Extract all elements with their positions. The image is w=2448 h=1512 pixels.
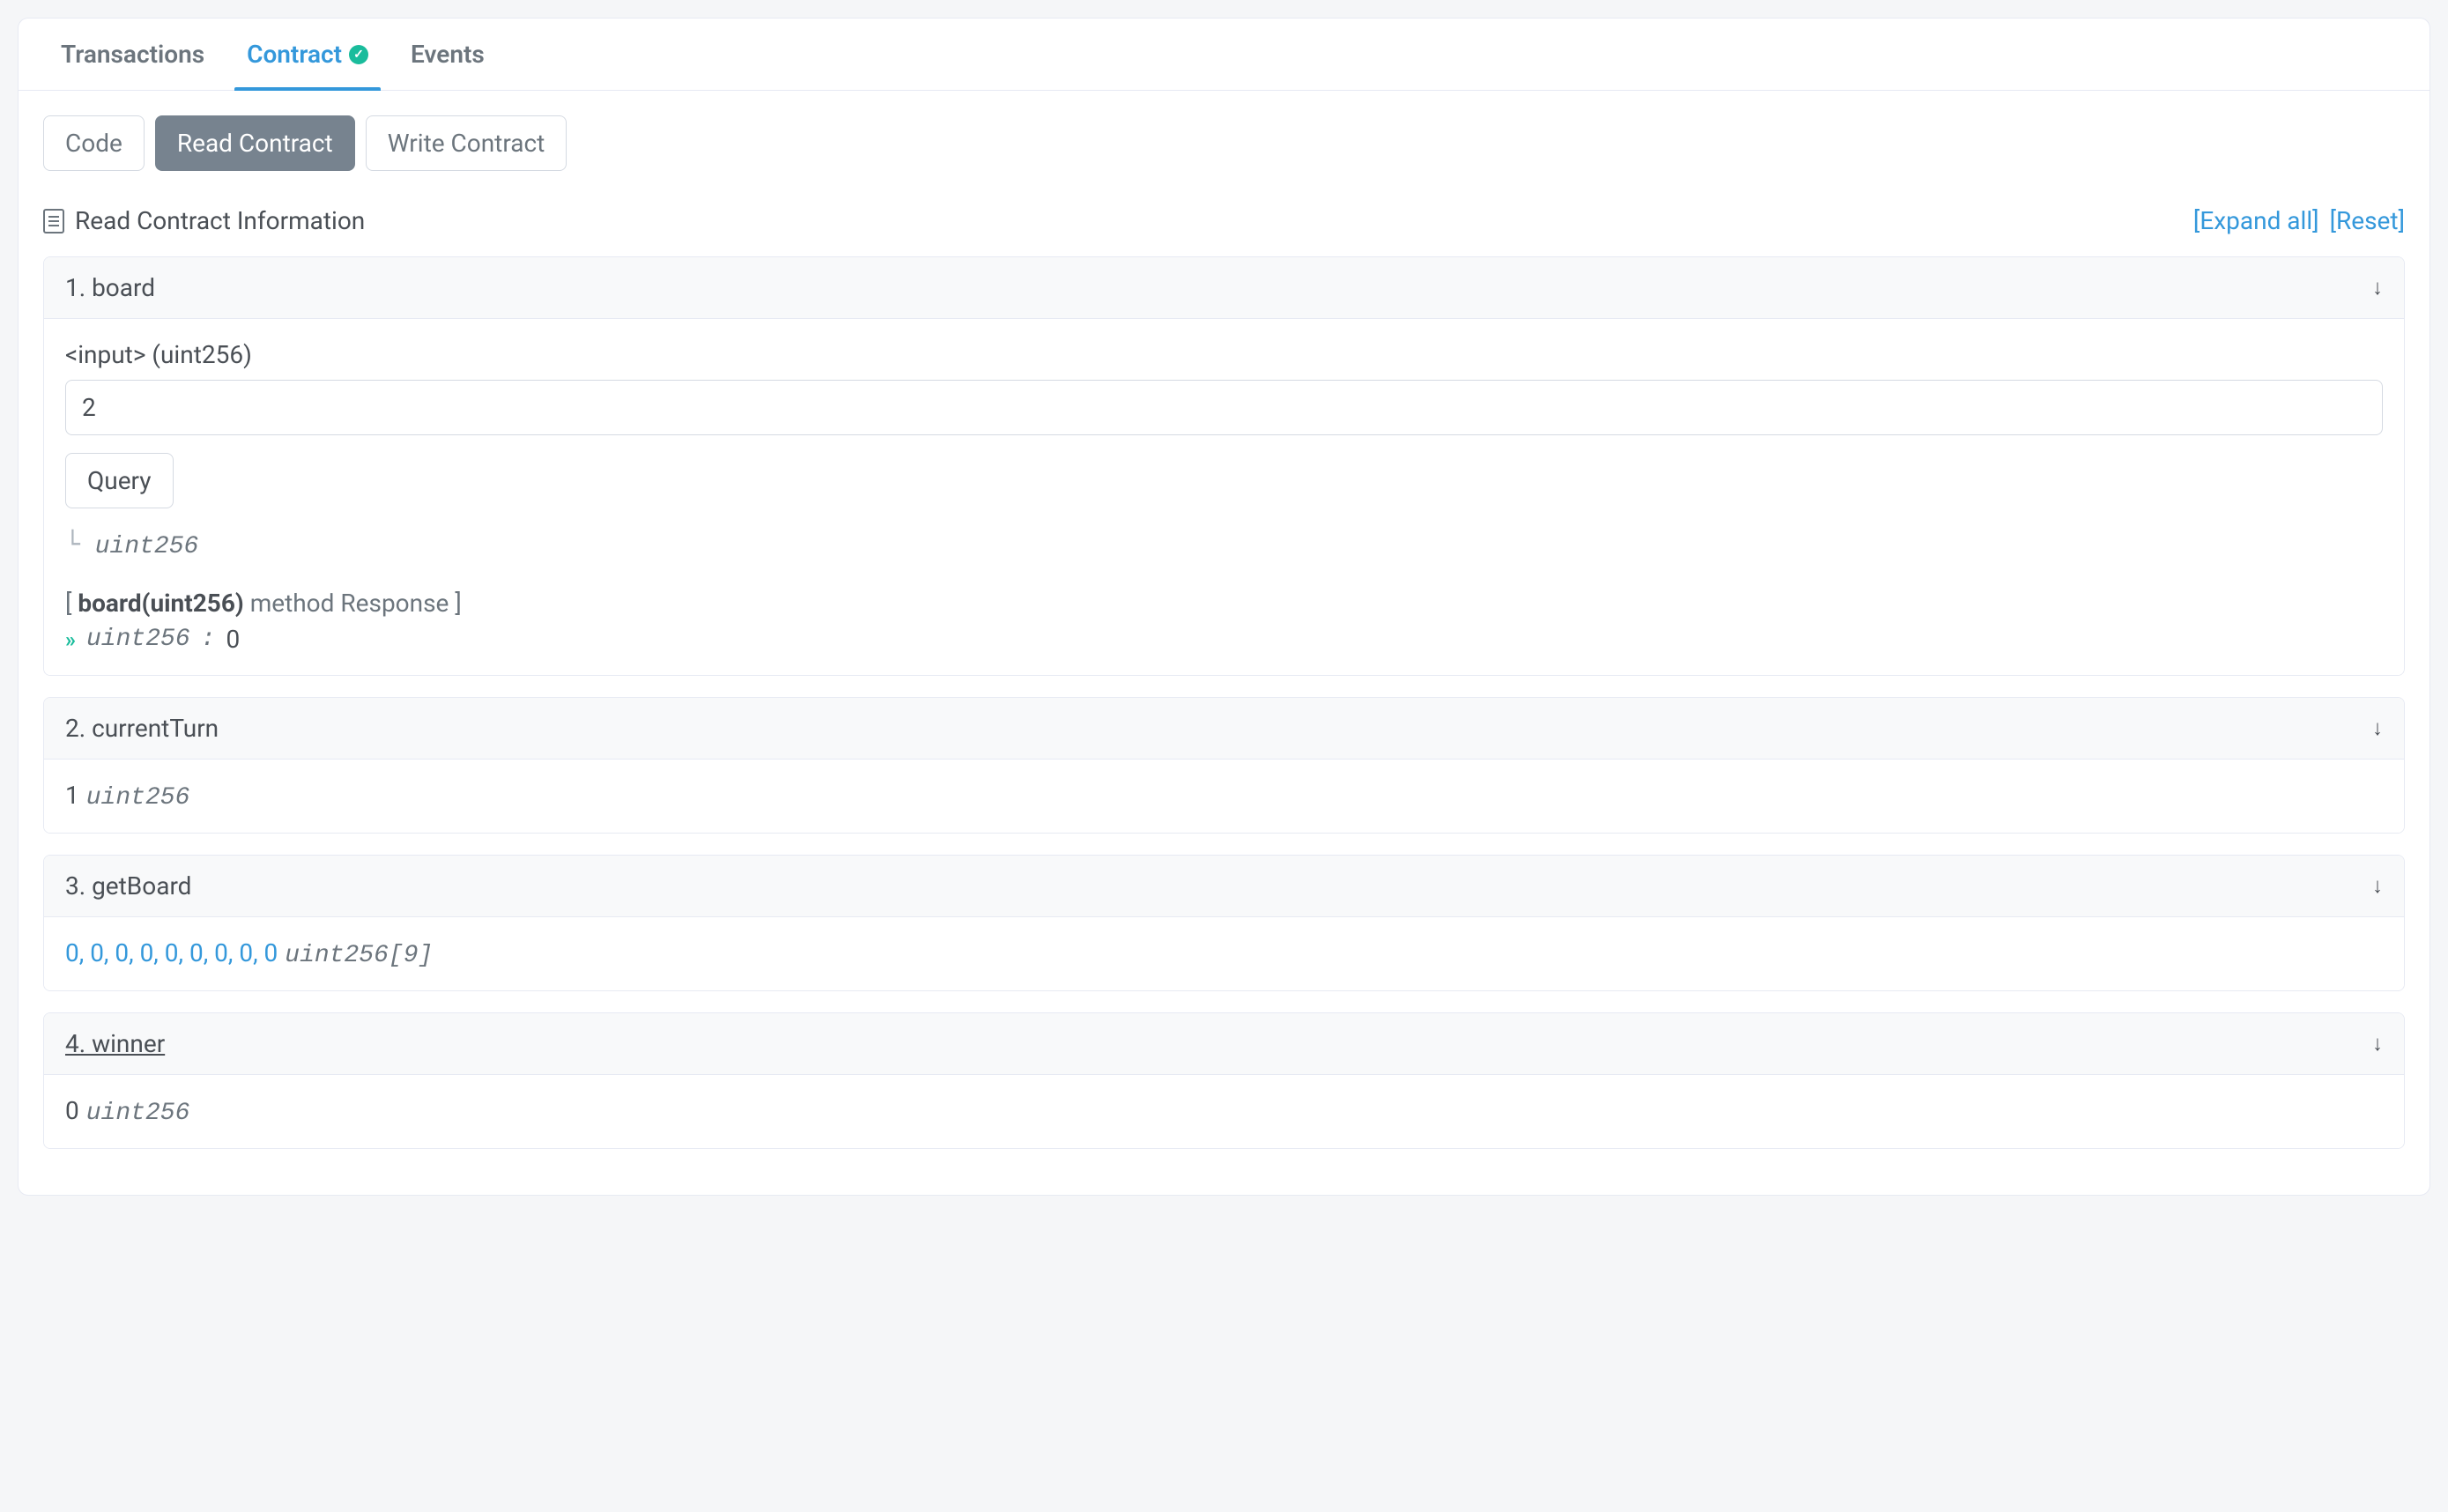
tab-label: Transactions — [61, 40, 204, 69]
section-links: [Expand all] [Reset] — [2193, 206, 2405, 235]
section-title-container: Read Contract Information — [43, 206, 365, 235]
response-colon: : — [201, 626, 216, 653]
result-value: 0 — [65, 1096, 79, 1125]
document-icon — [43, 209, 64, 233]
verified-icon: ✓ — [349, 45, 368, 64]
response-header: [ board(uint256) method Response ] — [65, 589, 2383, 618]
board-input[interactable] — [65, 380, 2383, 435]
main-tabs: Transactions Contract ✓ Events — [19, 19, 2429, 91]
arrow-down-icon: ↓ — [2372, 1031, 2383, 1056]
tab-label: Contract — [247, 40, 342, 69]
accordion-header-getboard[interactable]: 3. getBoard ↓ — [44, 856, 2404, 917]
accordion-board: 1. board ↓ <input> (uint256) Query └ uin… — [43, 256, 2405, 676]
arrow-down-icon: ↓ — [2372, 275, 2383, 300]
accordion-title: 3. getBoard — [65, 871, 191, 901]
result-row: 1 uint256 — [65, 781, 2383, 812]
accordion-header-winner[interactable]: 4. winner ↓ — [44, 1013, 2404, 1075]
tab-transactions[interactable]: Transactions — [40, 19, 226, 90]
write-contract-button[interactable]: Write Contract — [366, 115, 567, 171]
return-type-row: └ uint256 — [65, 530, 2383, 560]
accordion-body-winner: 0 uint256 — [44, 1075, 2404, 1148]
result-value: 1 — [65, 781, 79, 810]
accordion-currentturn: 2. currentTurn ↓ 1 uint256 — [43, 697, 2405, 834]
accordion-body-board: <input> (uint256) Query └ uint256 [ boar… — [44, 319, 2404, 675]
tab-events[interactable]: Events — [389, 19, 506, 90]
response-method: board(uint256) — [78, 589, 243, 618]
return-type: uint256 — [95, 533, 199, 560]
result-row: 0, 0, 0, 0, 0, 0, 0, 0, 0 uint256[9] — [65, 938, 2383, 969]
result-row: 0 uint256 — [65, 1096, 2383, 1127]
result-type: uint256 — [86, 784, 190, 812]
result-type: uint256 — [86, 1100, 190, 1127]
accordion-title: 1. board — [65, 273, 155, 302]
accordion-winner: 4. winner ↓ 0 uint256 — [43, 1012, 2405, 1149]
accordion-body-getboard: 0, 0, 0, 0, 0, 0, 0, 0, 0 uint256[9] — [44, 917, 2404, 990]
read-contract-button[interactable]: Read Contract — [155, 115, 355, 171]
accordion-body-currentturn: 1 uint256 — [44, 760, 2404, 833]
accordion-getboard: 3. getBoard ↓ 0, 0, 0, 0, 0, 0, 0, 0, 0 … — [43, 855, 2405, 991]
tree-icon: └ — [65, 530, 95, 559]
response-type: uint256 — [86, 626, 190, 653]
section-header: Read Contract Information [Expand all] [… — [43, 206, 2405, 235]
double-chevron-icon: » — [65, 627, 76, 652]
response-prefix: [ — [65, 589, 78, 618]
accordion-header-currentturn[interactable]: 2. currentTurn ↓ — [44, 698, 2404, 760]
response-suffix: method Response ] — [244, 589, 462, 618]
accordion-header-board[interactable]: 1. board ↓ — [44, 257, 2404, 319]
arrow-down-icon: ↓ — [2372, 715, 2383, 741]
expand-all-link[interactable]: [Expand all] — [2193, 206, 2319, 235]
tab-contract[interactable]: Contract ✓ — [226, 19, 389, 90]
tab-label: Events — [411, 40, 485, 69]
result-type: uint256[9] — [285, 942, 433, 969]
accordion-title: 2. currentTurn — [65, 714, 219, 743]
accordion-title: 4. winner — [65, 1029, 165, 1058]
response-line: » uint256 : 0 — [65, 625, 2383, 654]
result-value[interactable]: 0, 0, 0, 0, 0, 0, 0, 0, 0 — [65, 938, 278, 967]
section-title: Read Contract Information — [75, 206, 365, 235]
response-block: [ board(uint256) method Response ] » uin… — [65, 589, 2383, 654]
code-button[interactable]: Code — [43, 115, 145, 171]
contract-card: Transactions Contract ✓ Events Code Read… — [18, 18, 2430, 1196]
input-label: <input> (uint256) — [65, 340, 2383, 369]
sub-tab-row: Code Read Contract Write Contract — [43, 115, 2405, 171]
reset-link[interactable]: [Reset] — [2330, 206, 2405, 235]
tab-content: Code Read Contract Write Contract Read C… — [19, 91, 2429, 1195]
arrow-down-icon: ↓ — [2372, 873, 2383, 899]
query-button[interactable]: Query — [65, 453, 174, 508]
response-value: 0 — [226, 625, 240, 654]
